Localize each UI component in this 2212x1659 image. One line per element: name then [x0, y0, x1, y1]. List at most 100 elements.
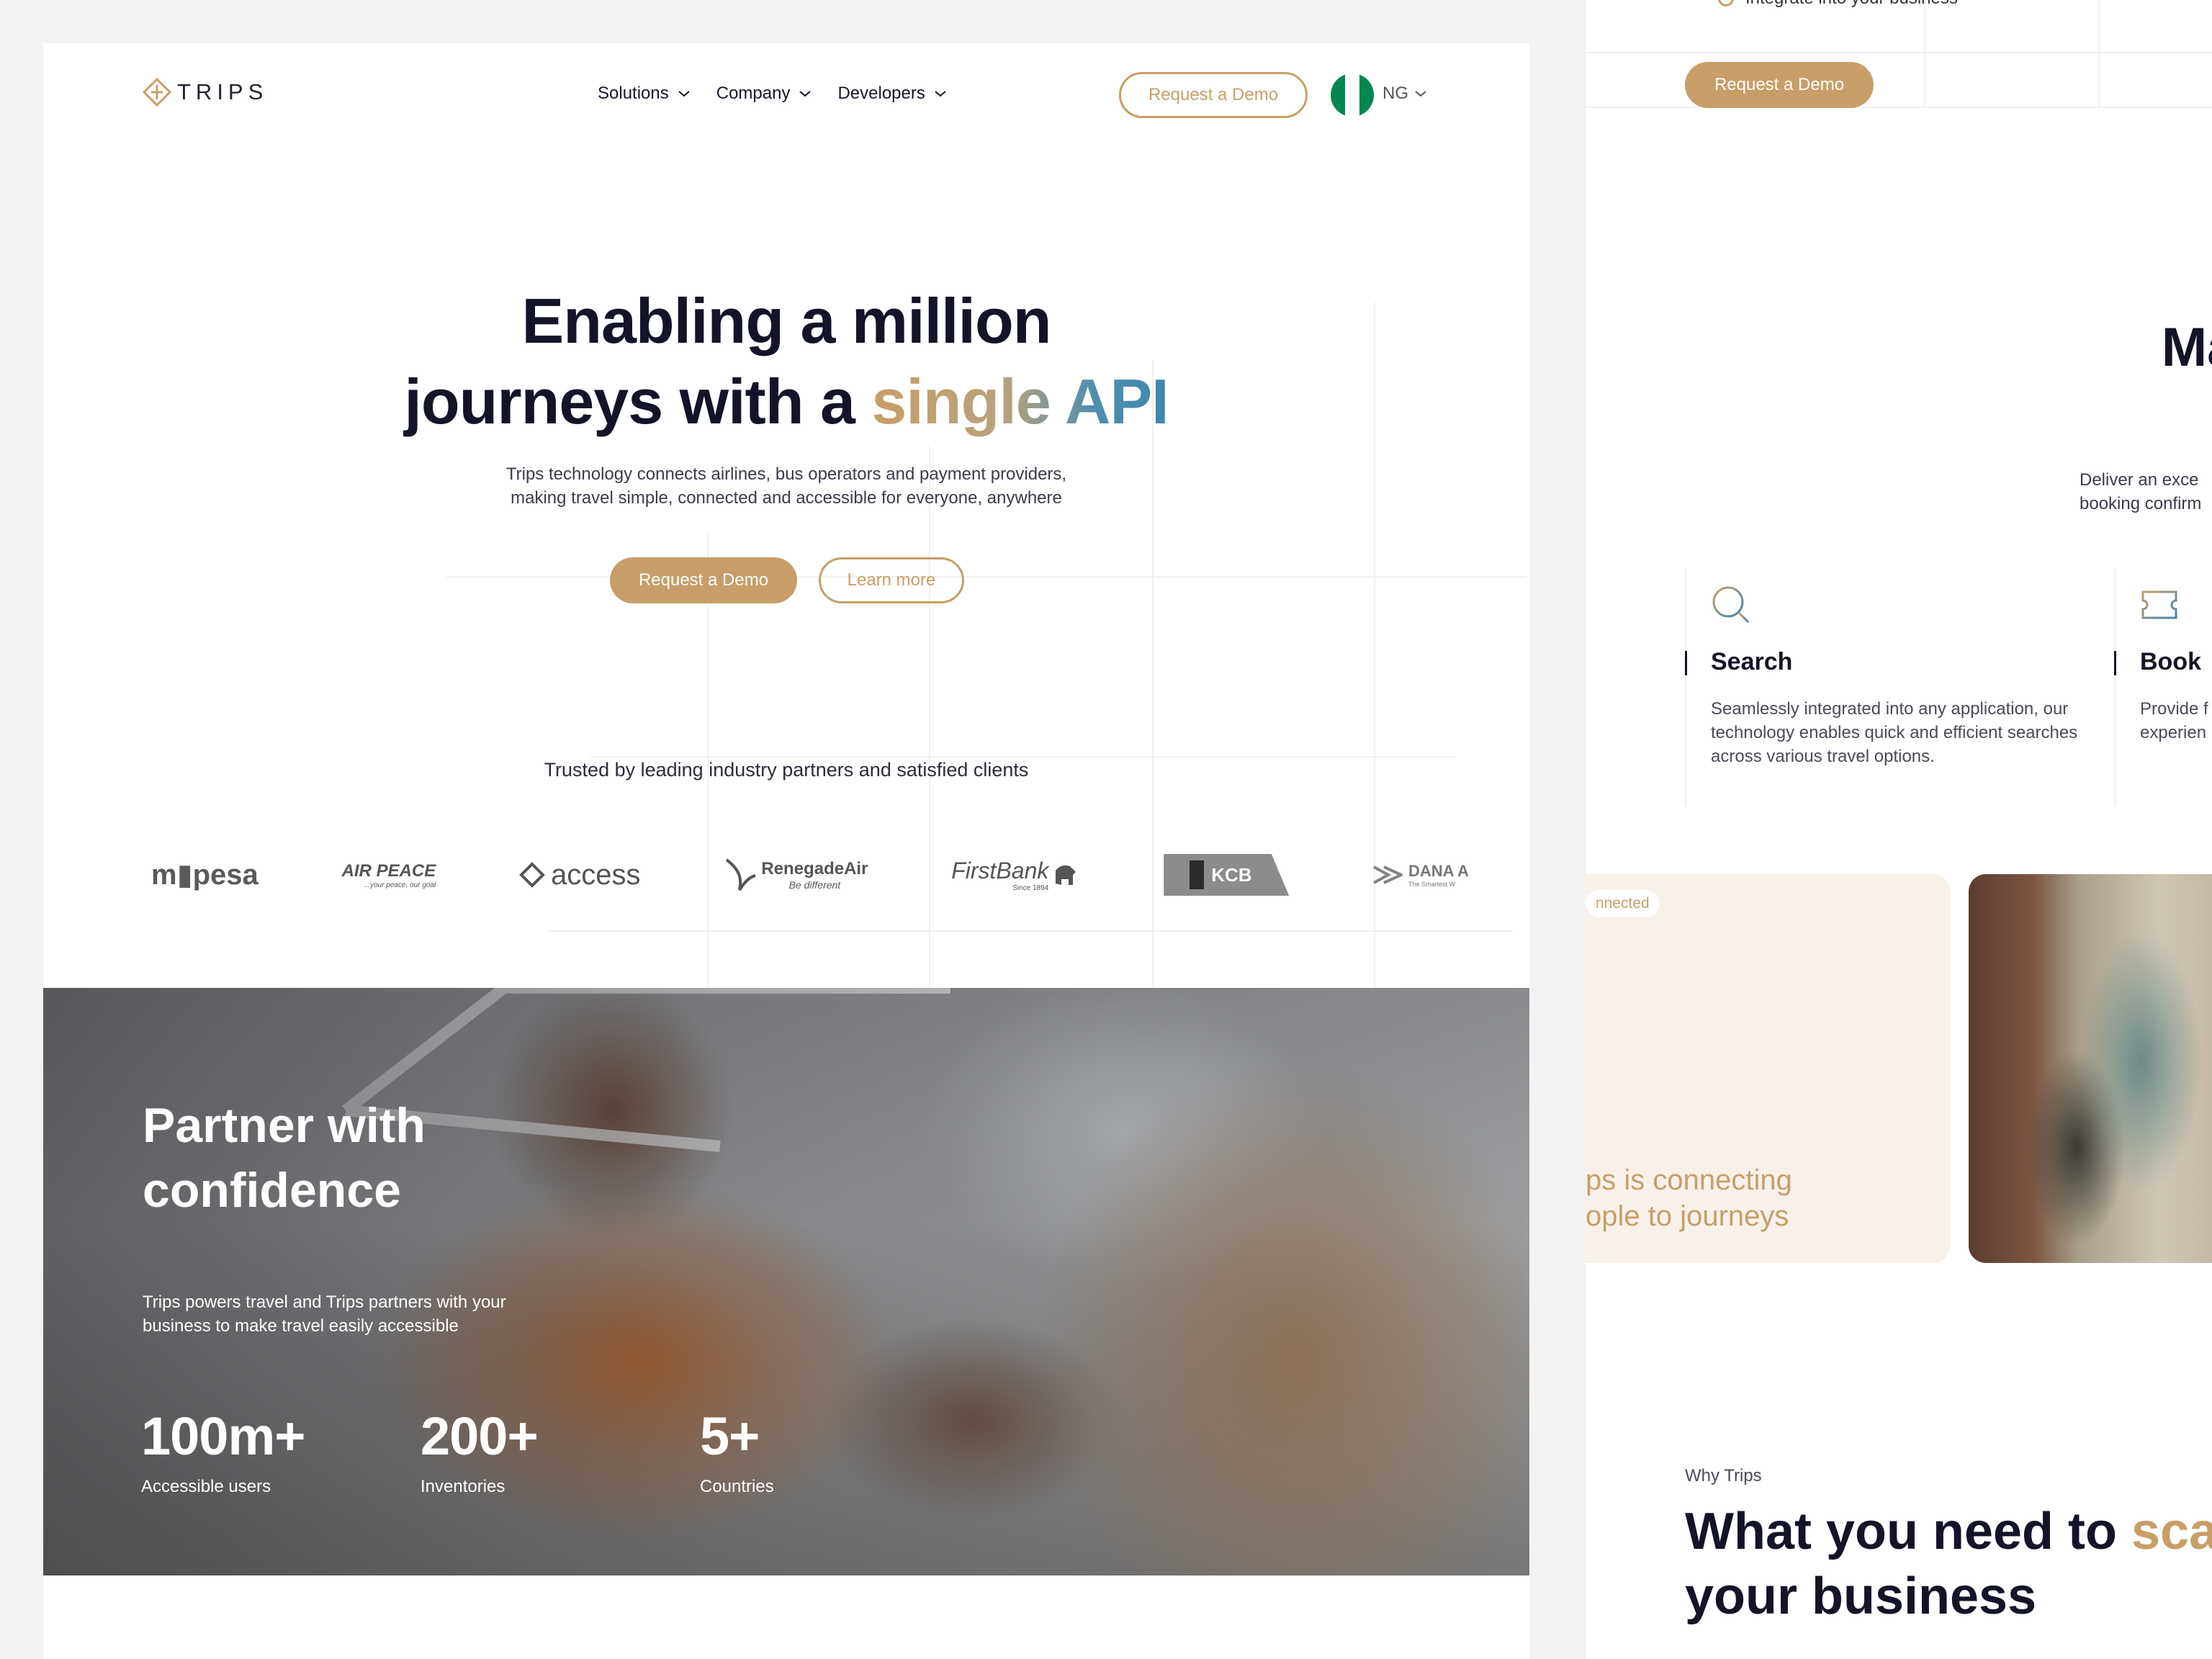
ticket-icon — [2141, 590, 2177, 619]
hero-subtitle-line2: making travel simple, connected and acce… — [511, 488, 1062, 508]
grid-line — [2098, 0, 2100, 108]
partner-logos: m▮pesa AIR PEACE ...your peace, our goal… — [151, 835, 1469, 914]
connecting-panel: nnected ps is connecting ople to journey… — [1586, 874, 1950, 1263]
partner-logo-tagline: Since 1894 — [1012, 884, 1049, 892]
feature-description: Seamlessly integrated into any applicati… — [1711, 699, 2078, 766]
country-selector[interactable]: NG — [1382, 84, 1427, 104]
partner-logo-mpesa: m▮pesa — [151, 858, 258, 891]
grid-line — [1924, 0, 1925, 108]
main-menu: Solutions Company Developers — [598, 84, 947, 104]
feature-book: Book Provide f experien — [2114, 569, 2212, 806]
partner-logo-renegade-air: RenegadeAir Be different — [724, 857, 868, 893]
hero-title-prefix: journeys with a — [404, 366, 872, 437]
top-navigation: TRIPS Solutions Company Developers Reque… — [43, 43, 1529, 151]
feature-title: Search — [1711, 648, 1793, 675]
partner-logo-text: RenegadeAir — [761, 859, 868, 878]
connecting-text: ps is connecting ople to journeys — [1586, 1162, 1792, 1234]
menu-company[interactable]: Company — [716, 84, 812, 104]
chevron-down-icon — [799, 91, 811, 97]
right-request-demo-button[interactable]: Request a Demo — [1685, 62, 1874, 108]
section-subtitle-line1: Deliver an exce — [2080, 470, 2199, 490]
renegade-bird-icon — [726, 858, 756, 891]
partner-logo-dana: DANA A The Smartest W — [1372, 862, 1469, 888]
chevron-down-icon — [1415, 91, 1426, 97]
landing-page-secondary: Integrate into your business Request a D… — [1586, 0, 2212, 1659]
hero-request-demo-button[interactable]: Request a Demo — [610, 557, 797, 603]
feature-indicator — [1685, 651, 1687, 675]
section-title: Make lov — [2162, 317, 2212, 441]
partner-logo-text: FirstBank — [951, 858, 1049, 884]
partner-logo-air-peace: AIR PEACE ...your peace, our goal — [342, 861, 436, 889]
partner-logo-text: KCB — [1211, 863, 1252, 886]
trips-logo-icon — [142, 78, 172, 107]
logo-wordmark: TRIPS — [177, 79, 269, 104]
country-code: NG — [1382, 84, 1408, 103]
nav-request-demo-button[interactable]: Request a Demo — [1119, 72, 1308, 118]
why-title-line2: your business — [1685, 1568, 2037, 1625]
why-title-prefix: What you need to — [1685, 1503, 2131, 1560]
stat-value: 200+ — [421, 1406, 539, 1466]
nigeria-flag-icon[interactable] — [1331, 73, 1374, 117]
partner-logo-tagline: The Smartest W — [1408, 881, 1456, 888]
hero-title-line1: Enabling a million — [521, 285, 1052, 356]
hero-title-highlight: single API — [871, 366, 1169, 437]
radio-icon — [1718, 0, 1734, 6]
partner-title-line2: confidence — [143, 1163, 401, 1218]
integrate-text: Integrate into your business — [1745, 0, 1958, 9]
hero-subtitle: Trips technology connects airlines, bus … — [462, 462, 1110, 510]
partner-logo-text: m▮pesa — [151, 859, 258, 891]
integrate-item: Integrate into your business — [1718, 0, 1958, 9]
chevron-down-icon — [678, 91, 690, 97]
grid-line — [1586, 52, 2212, 53]
section-title-line1: Make — [2161, 317, 2212, 378]
hero-subtitle-line1: Trips technology connects airlines, bus … — [505, 464, 1067, 484]
feature-indicator — [2114, 651, 2116, 675]
why-trips-label: Why Trips — [1685, 1466, 1762, 1485]
grid-line — [1586, 107, 2212, 108]
travelers-hug-photo — [1969, 874, 2212, 1263]
hero-title: Enabling a million journeys with a singl… — [43, 281, 1529, 442]
dana-arrow-icon — [1373, 866, 1403, 884]
feature-description-line1: Provide f — [2140, 699, 2208, 719]
grid-line — [547, 930, 1512, 932]
kcb-mark-icon — [1190, 860, 1205, 889]
partner-subtitle-line1: Trips powers travel and Trips partners w… — [143, 1292, 506, 1312]
partner-logo-text: access — [551, 858, 641, 891]
stat-label: Countries — [700, 1477, 774, 1496]
partner-section: Partner with confidence Trips powers tra… — [43, 988, 1529, 1575]
feature-title: Book — [2140, 648, 2201, 675]
stat-label: Accessible users — [141, 1477, 271, 1496]
why-title-highlight: sca — [2131, 1503, 2212, 1560]
partner-logo-text: DANA A — [1408, 862, 1469, 880]
trips-logo[interactable]: TRIPS — [141, 78, 268, 107]
partner-logo-tagline: Be different — [788, 879, 841, 891]
partner-title: Partner with confidence — [143, 1093, 426, 1223]
partner-logo-tagline: ...your peace, our goal — [364, 881, 436, 889]
menu-label: Company — [716, 84, 791, 103]
section-subtitle: Deliver an exce booking confirm — [2080, 468, 2212, 516]
partner-logo-text: AIR PEACE — [341, 860, 436, 881]
chevron-down-icon — [935, 91, 946, 97]
stat-inventories: 200+ Inventories — [421, 1406, 539, 1497]
stat-users: 100m+ Accessible users — [141, 1406, 305, 1497]
partner-subtitle-line2: business to make travel easily accessibl… — [143, 1316, 459, 1336]
menu-solutions[interactable]: Solutions — [598, 84, 691, 104]
partner-logo-kcb: KCB — [1164, 854, 1290, 896]
access-diamond-icon — [519, 862, 545, 888]
stat-countries: 5+ Countries — [700, 1406, 774, 1497]
hero-title-line2: journeys with a single API — [43, 361, 1529, 442]
menu-label: Solutions — [598, 84, 669, 103]
stat-value: 100m+ — [141, 1406, 305, 1466]
menu-label: Developers — [837, 84, 925, 103]
stat-value: 5+ — [700, 1406, 760, 1466]
connecting-text-line1: ps is connecting — [1586, 1164, 1792, 1196]
stat-label: Inventories — [421, 1477, 505, 1496]
partners-heading: Trusted by leading industry partners and… — [544, 759, 1029, 781]
connecting-text-line2: ople to journeys — [1586, 1200, 1789, 1232]
partner-subtitle: Trips powers travel and Trips partners w… — [143, 1290, 575, 1338]
partner-title-line1: Partner with — [143, 1098, 426, 1153]
search-icon — [1712, 586, 1750, 624]
learn-more-button[interactable]: Learn more — [819, 557, 964, 603]
menu-developers[interactable]: Developers — [837, 84, 946, 104]
elephant-icon — [1056, 865, 1076, 885]
